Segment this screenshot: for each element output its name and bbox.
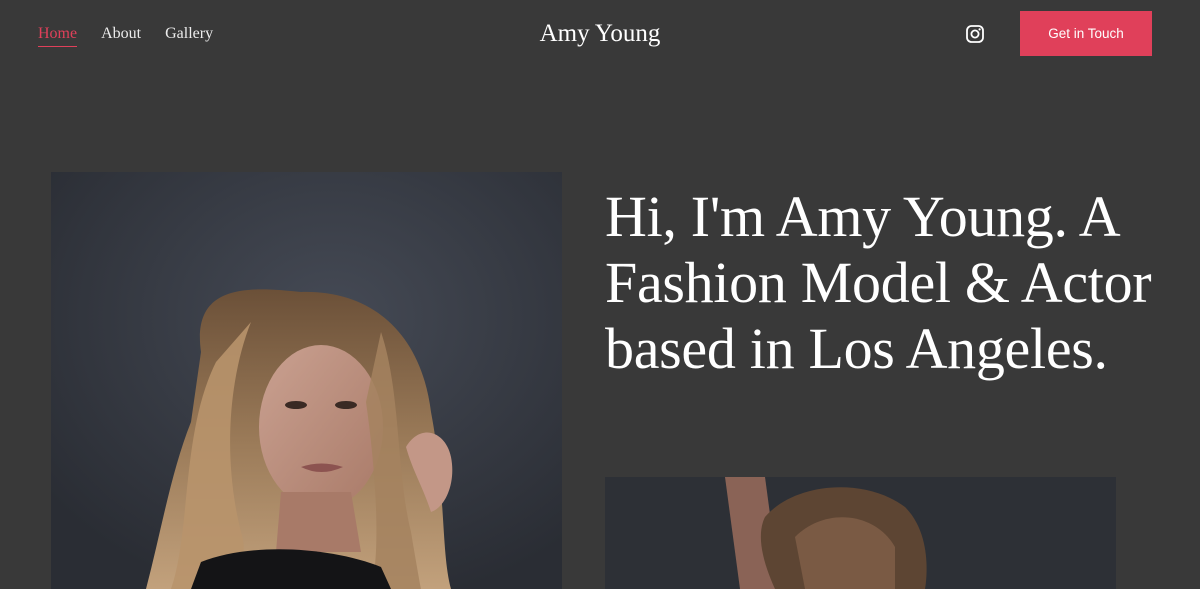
- secondary-portrait-image: [605, 477, 1116, 589]
- instagram-icon[interactable]: [965, 24, 985, 44]
- get-in-touch-button[interactable]: Get in Touch: [1020, 11, 1152, 56]
- site-header: Home About Gallery Amy Young Get in Touc…: [0, 0, 1200, 70]
- hero-portrait-image: [51, 172, 562, 589]
- hero-headline: Hi, I'm Amy Young. A Fashion Model & Act…: [605, 184, 1152, 381]
